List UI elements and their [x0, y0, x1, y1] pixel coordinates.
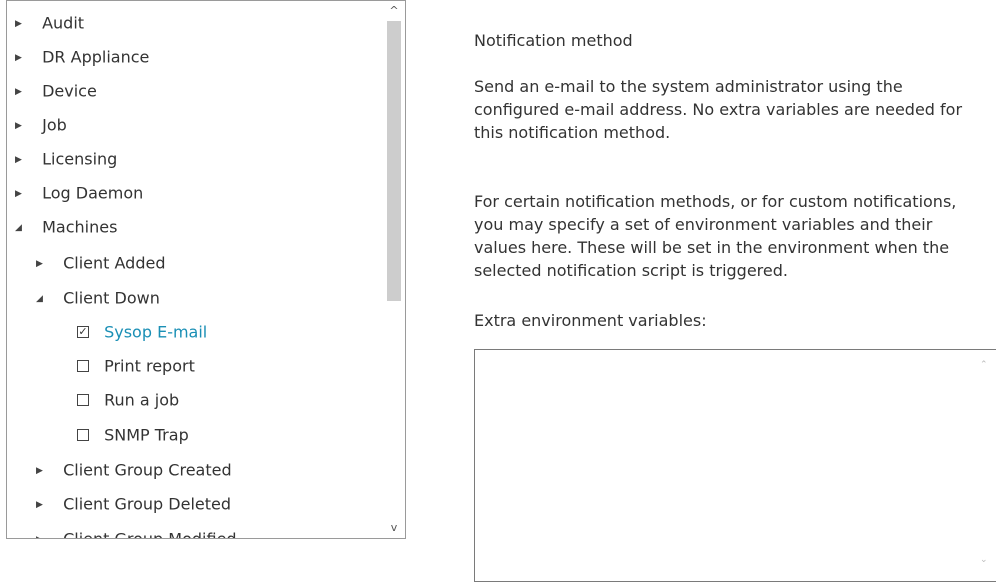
tree-item-client-group-modified[interactable]: ▶ Client Group Modified	[36, 525, 237, 539]
expand-arrow-icon[interactable]: ▶	[36, 526, 58, 539]
env-help-line: For certain notification methods, or for…	[474, 192, 957, 211]
env-help-line: you may specify a set of environment var…	[474, 215, 933, 234]
expand-arrow-icon[interactable]: ▶	[36, 491, 58, 519]
tree-item-client-down[interactable]: ◢ Client Down	[36, 284, 160, 312]
tree-item-label: Client Group Deleted	[63, 494, 232, 514]
tree-item-licensing[interactable]: ▶ Licensing	[15, 145, 117, 173]
tree-item-log-daemon[interactable]: ▶ Log Daemon	[15, 179, 143, 207]
tree-item-client-added[interactable]: ▶ Client Added	[36, 249, 165, 277]
collapse-arrow-icon[interactable]: ◢	[36, 285, 58, 313]
tree-item-machines[interactable]: ◢ Machines	[15, 213, 117, 241]
tree-item-label: SNMP Trap	[104, 425, 189, 445]
expand-arrow-icon[interactable]: ▶	[15, 78, 37, 106]
textarea-scroll-down-icon[interactable]: ⌄	[980, 555, 988, 565]
tree-item-job[interactable]: ▶ Job	[15, 111, 67, 139]
tree-scrollbar[interactable]: ^ v	[383, 1, 405, 538]
checkbox[interactable]	[77, 428, 89, 441]
tree-item-label: DR Appliance	[42, 47, 150, 67]
notification-method-heading: Notification method	[474, 31, 633, 50]
env-help-line: selected notification script is triggere…	[474, 261, 788, 280]
expand-arrow-icon[interactable]: ▶	[15, 112, 37, 140]
scrollbar-thumb[interactable]	[387, 21, 401, 301]
tree-item-audit[interactable]: ▶ Audit	[15, 9, 84, 37]
notification-description-line: this notification method.	[474, 123, 671, 142]
tree-item-label: Machines	[42, 217, 118, 237]
expand-arrow-icon[interactable]: ▶	[15, 44, 37, 72]
tree-item-label: Licensing	[42, 149, 118, 169]
scroll-down-icon[interactable]: v	[383, 518, 405, 538]
tree-item-label: Device	[42, 81, 97, 101]
event-tree-list: ▶ Audit ▶ DR Appliance ▶ Device ▶ Job ▶ …	[7, 1, 381, 539]
tree-item-print-report[interactable]: Print report	[77, 352, 195, 380]
tree-item-label: Run a job	[104, 390, 180, 410]
checkbox[interactable]	[77, 359, 89, 372]
tree-item-client-group-deleted[interactable]: ▶ Client Group Deleted	[36, 490, 231, 518]
tree-item-label: Client Group Modified	[63, 530, 236, 539]
expand-arrow-icon[interactable]: ▶	[36, 250, 58, 278]
expand-arrow-icon[interactable]: ▶	[15, 146, 37, 174]
textarea-scroll-up-icon[interactable]: ⌃	[980, 360, 988, 370]
tree-item-label: Sysop E-mail	[104, 322, 208, 342]
extra-env-vars-label: Extra environment variables:	[474, 311, 707, 330]
env-help-line: values here. These will be set in the en…	[474, 238, 950, 257]
tree-item-dr-appliance[interactable]: ▶ DR Appliance	[15, 43, 149, 71]
tree-item-label: Job	[42, 115, 67, 135]
tree-item-label: Print report	[104, 356, 195, 376]
tree-item-label: Client Added	[63, 253, 166, 273]
checkbox[interactable]	[77, 393, 89, 406]
tree-item-client-group-created[interactable]: ▶ Client Group Created	[36, 456, 232, 484]
scroll-up-icon[interactable]: ^	[383, 1, 405, 21]
collapse-arrow-icon[interactable]: ◢	[15, 214, 37, 242]
checkbox-checked[interactable]: ✓	[77, 325, 89, 338]
tree-item-label: Log Daemon	[42, 183, 144, 203]
notification-description-line: Send an e-mail to the system administrat…	[474, 77, 903, 96]
tree-item-snmp-trap[interactable]: SNMP Trap	[77, 421, 189, 449]
expand-arrow-icon[interactable]: ▶	[15, 180, 37, 208]
notification-description-line: configured e-mail address. No extra vari…	[474, 100, 963, 119]
tree-item-label: Client Down	[63, 288, 160, 308]
extra-env-vars-textarea[interactable]	[474, 349, 996, 582]
expand-arrow-icon[interactable]: ▶	[15, 10, 37, 38]
textarea-scrollbar[interactable]: ⌃ ⌄	[976, 352, 994, 579]
tree-item-device[interactable]: ▶ Device	[15, 77, 97, 105]
tree-item-label: Audit	[42, 13, 85, 33]
expand-arrow-icon[interactable]: ▶	[36, 457, 58, 485]
tree-item-label: Client Group Created	[63, 460, 232, 480]
tree-item-sysop-email[interactable]: ✓ Sysop E-mail	[77, 318, 207, 346]
event-tree-panel: ▶ Audit ▶ DR Appliance ▶ Device ▶ Job ▶ …	[6, 0, 406, 539]
tree-item-run-a-job[interactable]: Run a job	[77, 386, 179, 414]
